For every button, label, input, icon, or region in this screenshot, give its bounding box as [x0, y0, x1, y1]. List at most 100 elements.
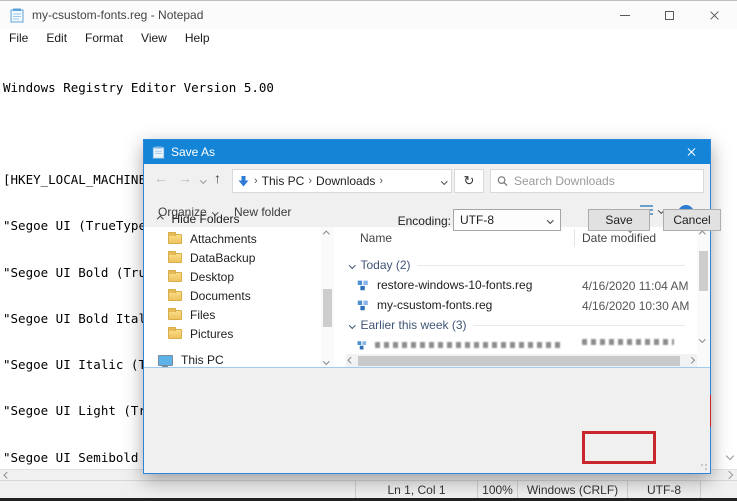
notepad-status-bar: Ln 1, Col 1 100% Windows (CRLF) UTF-8	[0, 480, 737, 498]
refresh-button[interactable]: ↻	[454, 169, 484, 193]
this-pc-icon	[158, 355, 173, 366]
menu-help[interactable]: Help	[176, 30, 219, 46]
scroll-left-icon	[4, 472, 10, 478]
minimize-button[interactable]	[602, 1, 647, 29]
scroll-up-icon	[323, 231, 329, 237]
registry-file-icon	[356, 298, 370, 312]
scroll-down-icon	[323, 358, 329, 364]
breadcrumb-downloads[interactable]: Downloads	[316, 174, 375, 188]
file-list: Name Date modified Today (2)	[346, 227, 710, 368]
hide-folders-button[interactable]: Hide Folders	[158, 212, 240, 226]
notepad-icon	[10, 8, 24, 23]
save-button[interactable]: Save	[588, 209, 650, 231]
scroll-left-icon	[348, 357, 354, 363]
status-line-ending: Windows (CRLF)	[517, 481, 627, 498]
minimize-icon	[620, 15, 630, 16]
clipped-file-date	[582, 339, 674, 345]
folder-tree: Attachments DataBackup Desktop Documents…	[144, 227, 321, 368]
breadcrumb-this-pc[interactable]: This PC	[262, 174, 305, 188]
close-icon	[709, 10, 720, 21]
tree-item-files[interactable]: Files	[168, 306, 215, 324]
collapse-group-icon	[349, 322, 355, 328]
scrollbar-thumb[interactable]	[323, 289, 332, 327]
scroll-down-icon	[699, 336, 705, 342]
address-dropdown-icon[interactable]	[441, 178, 447, 184]
folder-icon	[168, 272, 182, 282]
resize-grip[interactable]	[700, 463, 708, 471]
encoding-label: Encoding:	[366, 214, 451, 228]
dialog-notepad-icon	[152, 146, 165, 159]
cancel-button[interactable]: Cancel	[663, 209, 721, 231]
tree-item-databackup[interactable]: DataBackup	[168, 249, 255, 267]
tree-item-attachments[interactable]: Attachments	[168, 230, 257, 248]
up-button[interactable]: ↑	[214, 170, 221, 186]
tree-scrollbar[interactable]	[321, 227, 334, 368]
column-date-modified[interactable]: Date modified	[582, 231, 656, 245]
group-header-earlier-week[interactable]: Earlier this week (3)	[350, 318, 685, 332]
file-date: 4/16/2020 10:30 AM	[582, 299, 689, 313]
registry-file-icon	[356, 278, 370, 292]
address-bar[interactable]: › This PC › Downloads ›	[232, 169, 452, 193]
notepad-window: my-csustom-fonts.reg - Notepad File Edit…	[0, 0, 737, 501]
scrollbar-thumb[interactable]	[699, 251, 708, 291]
scroll-up-icon	[699, 231, 705, 237]
tree-item-documents[interactable]: Documents	[168, 287, 251, 305]
close-icon	[686, 147, 696, 157]
status-spacer	[0, 481, 355, 498]
group-header-today[interactable]: Today (2)	[350, 258, 685, 272]
forward-button[interactable]: →	[178, 170, 192, 186]
downloads-icon	[237, 175, 250, 188]
group-rule	[473, 325, 685, 326]
chevron-down-icon	[547, 217, 553, 223]
scroll-right-icon	[688, 357, 694, 363]
notepad-menubar: File Edit Format View Help	[0, 29, 737, 47]
text-line: Windows Registry Editor Version 5.00	[3, 80, 737, 95]
folder-icon	[168, 310, 182, 320]
file-row-my-csustom-fonts[interactable]: my-csustom-fonts.reg	[356, 296, 492, 314]
notepad-titlebar: my-csustom-fonts.reg - Notepad	[0, 1, 737, 29]
list-horizontal-scrollbar[interactable]	[346, 354, 697, 368]
dialog-titlebar: Save As	[144, 140, 710, 164]
column-name[interactable]: Name	[360, 231, 392, 245]
collapse-group-icon	[349, 262, 355, 268]
encoding-select[interactable]: UTF-8	[453, 209, 561, 231]
close-button[interactable]	[692, 1, 737, 29]
status-end	[700, 481, 737, 498]
scrollbar-thumb[interactable]	[358, 356, 680, 366]
menu-edit[interactable]: Edit	[37, 30, 76, 46]
menu-format[interactable]: Format	[76, 30, 132, 46]
list-vertical-scrollbar[interactable]	[697, 227, 710, 368]
refresh-icon: ↻	[464, 173, 475, 189]
recent-locations-icon[interactable]	[200, 177, 206, 183]
tree-item-desktop[interactable]: Desktop	[168, 268, 234, 286]
back-button[interactable]: ←	[154, 170, 168, 186]
folder-icon	[168, 253, 182, 263]
dialog-footer	[144, 368, 710, 473]
file-date: 4/16/2020 11:04 AM	[582, 279, 689, 293]
maximize-button[interactable]	[647, 1, 692, 29]
dialog-title: Save As	[171, 145, 215, 159]
clipped-file-name	[375, 342, 563, 348]
maximize-icon	[665, 11, 674, 20]
search-box[interactable]	[490, 169, 704, 193]
save-as-dialog: Save As ← → ↑ › This PC › Downloads › ↻	[143, 139, 711, 474]
chevron-up-icon	[157, 216, 163, 222]
menu-file[interactable]: File	[0, 30, 37, 46]
file-row-clipped[interactable]	[356, 336, 563, 354]
status-zoom: 100%	[477, 481, 517, 498]
new-folder-button[interactable]: New folder	[234, 205, 291, 219]
breadcrumb-separator: ›	[254, 175, 258, 187]
folder-icon	[168, 291, 182, 301]
folder-icon	[168, 329, 182, 339]
registry-file-icon	[356, 339, 368, 351]
menu-view[interactable]: View	[132, 30, 176, 46]
tree-item-this-pc[interactable]: This PC	[158, 351, 224, 368]
group-rule	[417, 265, 685, 266]
search-input[interactable]	[514, 174, 697, 188]
status-encoding: UTF-8	[627, 481, 700, 498]
file-row-restore-fonts[interactable]: restore-windows-10-fonts.reg	[356, 276, 532, 294]
dialog-close-button[interactable]	[672, 140, 710, 164]
column-separator	[574, 229, 575, 247]
search-icon	[497, 175, 508, 187]
tree-item-pictures[interactable]: Pictures	[168, 325, 233, 343]
